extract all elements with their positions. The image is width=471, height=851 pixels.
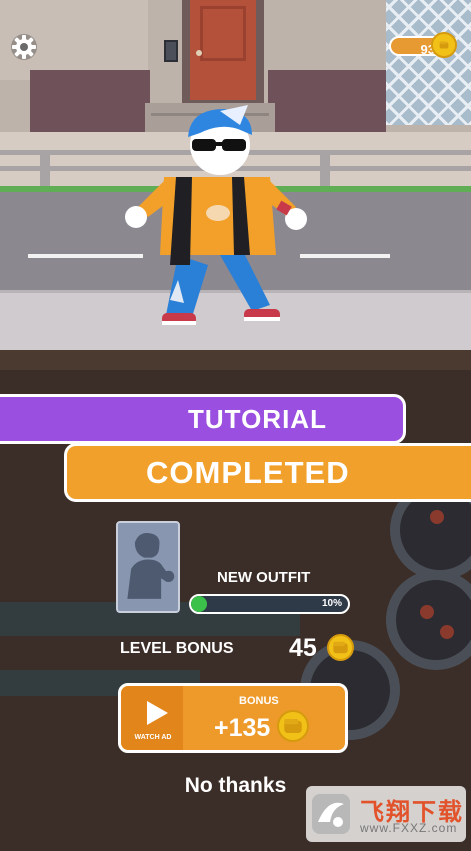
rail-post bbox=[320, 150, 330, 190]
player-character bbox=[125, 105, 307, 325]
door-panel bbox=[200, 6, 246, 61]
progress-fill bbox=[191, 596, 207, 612]
watch-ad-label: WATCH AD bbox=[134, 734, 172, 741]
completed-label: COMPLETED bbox=[146, 455, 350, 490]
tutorial-label: TUTORIAL bbox=[188, 404, 327, 434]
fist-coin-icon bbox=[431, 32, 457, 58]
vent-dot bbox=[420, 605, 434, 619]
fist-coin-icon bbox=[327, 634, 354, 661]
watermark-logo-icon bbox=[312, 794, 350, 834]
outfit-card bbox=[116, 521, 180, 613]
level-bonus-value: 45 bbox=[289, 634, 317, 662]
coin-counter: 93 bbox=[389, 32, 457, 58]
ground-edge bbox=[0, 350, 471, 370]
coin-count: 93 bbox=[420, 42, 435, 57]
bonus-label: BONUS bbox=[239, 695, 279, 707]
new-outfit-label: NEW OUTFIT bbox=[217, 569, 311, 586]
fist-coin-icon bbox=[277, 710, 309, 742]
vent-dot bbox=[430, 510, 444, 524]
gear-icon bbox=[11, 34, 37, 60]
outfit-silhouette-icon bbox=[127, 532, 175, 599]
settings-button[interactable] bbox=[9, 32, 39, 62]
watch-ad-bonus-button[interactable]: WATCH AD BONUS +135 bbox=[118, 683, 348, 753]
site-watermark: 飞翔下载 www.FXXZ.com bbox=[306, 786, 466, 842]
lattice-fence bbox=[386, 0, 471, 125]
vent-dot bbox=[440, 625, 454, 639]
intercom bbox=[164, 40, 178, 62]
rail-post bbox=[40, 150, 50, 190]
level-bonus-label: LEVEL BONUS bbox=[120, 640, 234, 657]
watch-ad-section: WATCH AD bbox=[121, 686, 183, 750]
vent bbox=[386, 570, 471, 670]
watermark-url: www.FXXZ.com bbox=[360, 821, 458, 835]
progress-percent: 10% bbox=[321, 598, 342, 609]
outfit-progress-bar: 10% bbox=[189, 594, 350, 614]
door-knob bbox=[196, 50, 202, 56]
bonus-amount: +135 bbox=[214, 714, 271, 742]
play-icon bbox=[147, 701, 168, 725]
